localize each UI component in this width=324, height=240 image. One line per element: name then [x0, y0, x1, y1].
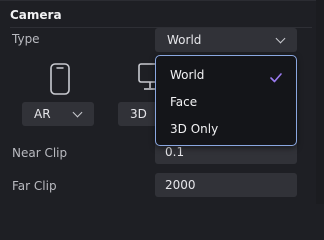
ar-select-label: AR [34, 107, 51, 121]
far-clip-input[interactable]: 2000 [155, 173, 297, 197]
near-clip-label: Near Clip [12, 146, 68, 160]
chevron-down-icon [275, 33, 286, 44]
type-select-value: World [167, 33, 202, 47]
type-label: Type [12, 32, 40, 46]
section-title: Camera [10, 8, 62, 22]
dropdown-option-face[interactable]: Face [170, 95, 197, 109]
far-clip-value: 2000 [165, 178, 196, 192]
type-dropdown-menu: World Face 3D Only [155, 55, 297, 146]
top-border [0, 0, 324, 1]
chevron-down-icon [72, 107, 83, 118]
threed-select-label: 3D [130, 107, 147, 121]
far-clip-label: Far Clip [12, 179, 57, 193]
checkmark-icon [270, 73, 282, 83]
phone-icon [50, 63, 70, 95]
type-select[interactable]: World [155, 28, 297, 52]
ar-select[interactable]: AR [22, 102, 94, 126]
dropdown-option-world[interactable]: World [170, 68, 204, 82]
near-clip-value: 0.1 [165, 145, 185, 159]
dropdown-option-3d-only[interactable]: 3D Only [170, 122, 218, 136]
panel-edge [316, 0, 324, 204]
